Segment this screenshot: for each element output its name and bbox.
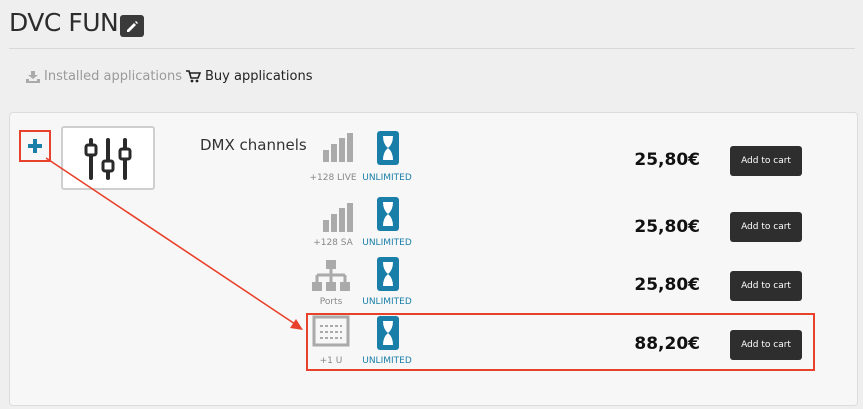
- add-to-cart-button[interactable]: Add to cart: [730, 212, 802, 242]
- tab-buy-applications[interactable]: Buy applications: [186, 69, 312, 84]
- download-tray-icon: [26, 70, 40, 83]
- duration-label: UNLIMITED: [362, 297, 412, 307]
- price: 25,80€: [634, 217, 700, 237]
- price: 25,80€: [634, 150, 700, 170]
- tab-installed-applications[interactable]: Installed applications: [26, 69, 182, 84]
- tab-label: Buy applications: [205, 69, 313, 84]
- option-label: +128 LIVE: [309, 173, 357, 183]
- cart-icon: [186, 70, 201, 83]
- hourglass-icon: [366, 194, 410, 238]
- price: 25,80€: [634, 275, 700, 295]
- bars-icon: [315, 132, 359, 168]
- add-to-cart-button[interactable]: Add to cart: [730, 271, 802, 301]
- page-title: DVC FUN: [9, 8, 119, 37]
- option-label: Ports: [319, 297, 343, 307]
- sliders-icon: [84, 138, 132, 180]
- duration-label: UNLIMITED: [362, 238, 412, 248]
- pencil-icon: [127, 21, 138, 32]
- option-label: +128 SA: [313, 238, 353, 248]
- app-name: DMX channels: [200, 136, 307, 154]
- plus-icon: [28, 139, 42, 153]
- network-icon: [309, 258, 353, 300]
- edit-title-button[interactable]: [120, 15, 144, 37]
- highlight-annotation: [306, 313, 815, 371]
- expand-button[interactable]: [19, 130, 51, 162]
- duration-label: UNLIMITED: [362, 173, 412, 183]
- app-icon-tile: [61, 126, 155, 190]
- add-to-cart-button[interactable]: Add to cart: [730, 146, 802, 176]
- header-divider: [9, 48, 855, 49]
- hourglass-icon: [366, 254, 410, 298]
- tab-label: Installed applications: [44, 69, 182, 84]
- hourglass-icon: [366, 128, 410, 172]
- bars-icon: [315, 202, 359, 238]
